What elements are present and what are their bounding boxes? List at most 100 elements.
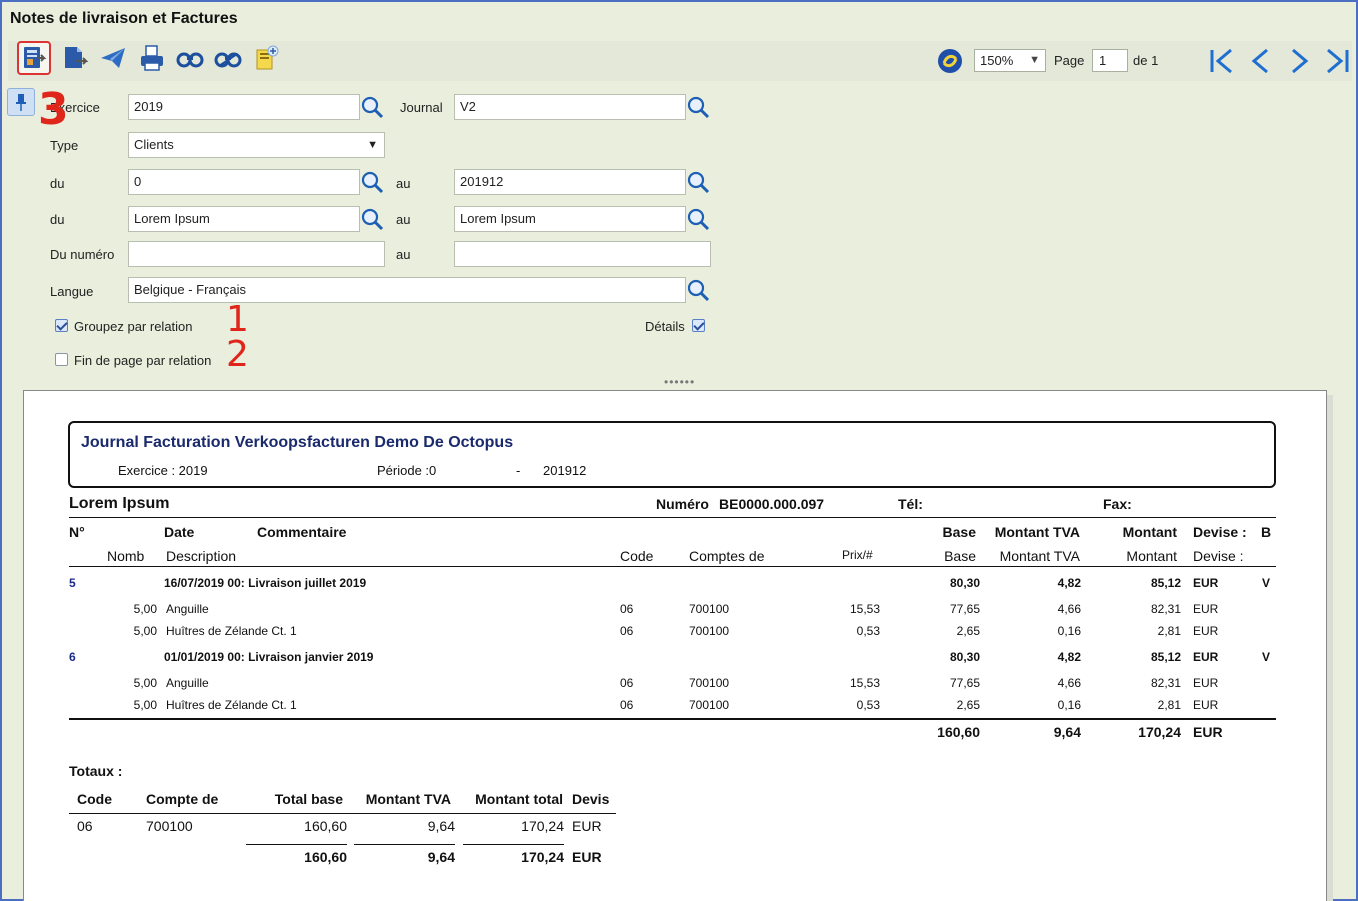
first-page-button[interactable]: [1207, 46, 1237, 76]
fax-label: Fax:: [1103, 496, 1132, 512]
langue-lookup-button[interactable]: [685, 277, 711, 303]
splitter-grip[interactable]: ••••••: [664, 375, 695, 389]
report-title: Journal Facturation Verkoopsfacturen Dem…: [81, 434, 514, 451]
au-label-2: au: [396, 212, 411, 227]
line-base: 77,65: [949, 676, 980, 690]
du-numero-field[interactable]: [128, 241, 385, 267]
groupez-checkbox[interactable]: [55, 319, 68, 332]
fin-de-page-label: Fin de page par relation: [74, 353, 212, 368]
export-report-button[interactable]: [17, 41, 51, 75]
document-header: 16/07/2019 00: Livraison juillet 2019: [164, 576, 367, 590]
search-icon: [361, 171, 384, 194]
du-numero-label: Du numéro: [50, 247, 115, 262]
totaux-sum-base: 160,60: [304, 849, 347, 865]
search-icon: [687, 96, 710, 119]
report-periode-end: 201912: [543, 463, 587, 478]
line-description: Huîtres de Zélande Ct. 1: [166, 624, 297, 638]
au-field-2[interactable]: Lorem Ipsum: [454, 206, 686, 232]
col-header-nomb: Nomb: [107, 548, 145, 564]
preview-button[interactable]: [173, 41, 207, 75]
last-page-icon: [1327, 48, 1349, 74]
last-page-button[interactable]: [1322, 46, 1352, 76]
previous-page-button[interactable]: [1246, 46, 1276, 76]
line-compte: 700100: [689, 676, 730, 690]
exercice-lookup-button[interactable]: [359, 94, 385, 120]
du-field-1[interactable]: 0: [128, 169, 360, 195]
print-button[interactable]: [135, 41, 169, 75]
annotation-2: 2: [226, 334, 249, 375]
pin-button[interactable]: [7, 88, 35, 116]
fin-de-page-checkbox[interactable]: [55, 353, 68, 366]
export-report-icon: [24, 47, 47, 68]
totaux-header-compte: Compte de: [146, 791, 219, 807]
first-page-icon: [1210, 48, 1232, 74]
document-base: 80,30: [949, 576, 980, 590]
export-file-button[interactable]: [58, 41, 92, 75]
export-file-icon: [65, 47, 89, 68]
du-lookup-button-2[interactable]: [359, 206, 385, 232]
col-header-comptes: Comptes de: [689, 548, 765, 564]
totaux-row-base: 160,60: [304, 818, 347, 834]
link-button[interactable]: [933, 43, 967, 77]
totaux-label: Totaux :: [69, 763, 123, 779]
preview-all-button[interactable]: [211, 41, 245, 75]
details-checkbox[interactable]: [692, 319, 705, 332]
line-devise: EUR: [1193, 698, 1219, 712]
line-compte: 700100: [689, 698, 730, 712]
journal-label: Journal: [400, 100, 443, 115]
new-document-icon: [256, 45, 279, 70]
exercice-field[interactable]: 2019: [128, 94, 360, 120]
link-icon: [938, 49, 962, 73]
journal-field[interactable]: V2: [454, 94, 686, 120]
line-devise: EUR: [1193, 676, 1219, 690]
col-header-montant: Montant: [1122, 524, 1177, 540]
du-field-2[interactable]: Lorem Ipsum: [128, 206, 360, 232]
chevron-left-icon: [1251, 48, 1268, 74]
numero-value: BE0000.000.097: [719, 496, 825, 512]
totaux-header-tva: Montant TVA: [365, 791, 451, 807]
line-tva: 4,66: [1057, 676, 1081, 690]
document-montant: 85,12: [1150, 576, 1181, 590]
line-qty: 5,00: [133, 676, 157, 690]
divider: [354, 844, 455, 845]
totaux-sum-tva: 9,64: [427, 849, 455, 865]
numero-label: Numéro: [656, 496, 709, 512]
au-lookup-button-1[interactable]: [685, 169, 711, 195]
col-header-base-2: Base: [944, 548, 976, 564]
send-button[interactable]: [96, 41, 130, 75]
col-header-commentaire: Commentaire: [257, 524, 347, 540]
au-lookup-button-2[interactable]: [685, 206, 711, 232]
document-base: 80,30: [949, 650, 980, 664]
document-tva: 4,82: [1057, 650, 1081, 664]
search-icon: [687, 279, 710, 302]
total-montant: 170,24: [1138, 724, 1181, 740]
totaux-header-total: Montant total: [475, 791, 563, 807]
type-label: Type: [50, 138, 79, 153]
next-page-button[interactable]: [1284, 46, 1314, 76]
line-compte: 700100: [689, 624, 730, 638]
page-input[interactable]: 1: [1092, 49, 1128, 72]
langue-field[interactable]: Belgique - Français: [128, 277, 686, 303]
document-devise: EUR: [1193, 650, 1219, 664]
new-document-button[interactable]: [249, 41, 283, 75]
chevron-right-icon: [1292, 48, 1309, 74]
zoom-value: 150%: [980, 53, 1014, 68]
au-numero-field[interactable]: [454, 241, 711, 267]
au-field-1[interactable]: 201912: [454, 169, 686, 195]
divider: [69, 566, 1276, 567]
divider: [69, 718, 1276, 720]
send-icon: [101, 48, 125, 68]
details-label: Détails: [645, 319, 685, 334]
pin-icon: [16, 94, 26, 111]
line-code: 06: [620, 624, 634, 638]
type-select[interactable]: Clients ▼: [128, 132, 385, 158]
line-montant: 2,81: [1157, 698, 1181, 712]
tel-label: Tél:: [898, 496, 923, 512]
du-lookup-button-1[interactable]: [359, 169, 385, 195]
journal-lookup-button[interactable]: [685, 94, 711, 120]
type-value: Clients: [134, 137, 174, 152]
document-devise: EUR: [1193, 576, 1219, 590]
zoom-select[interactable]: 150% ▼: [974, 49, 1046, 72]
line-tva: 0,16: [1057, 698, 1081, 712]
document-number: 6: [69, 650, 76, 664]
